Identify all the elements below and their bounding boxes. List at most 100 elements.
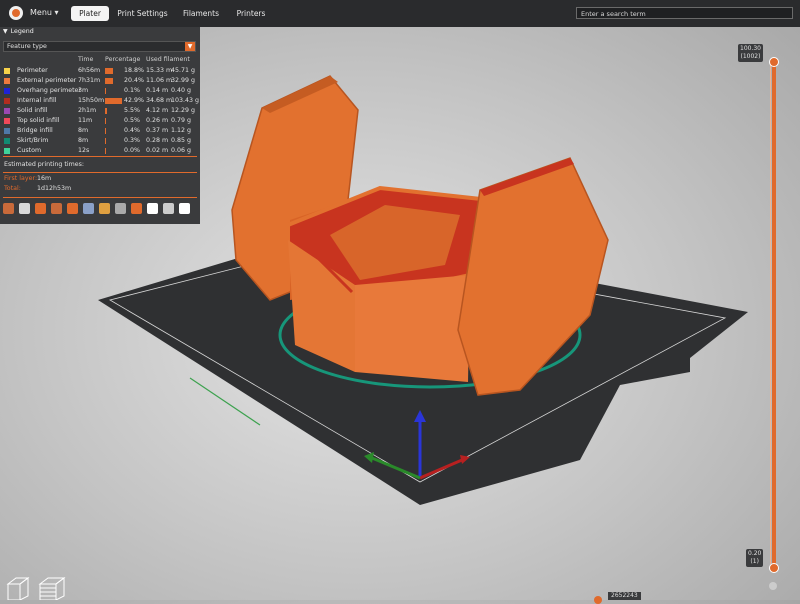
top-bar: Menu ▾ Plater Print Settings Filaments P… <box>0 0 800 27</box>
feature-color-swatch <box>4 78 10 84</box>
feature-share-bar <box>105 138 106 144</box>
legend-row[interactable]: Custom 12s 0.0% 0.02 m 0.06 g <box>0 146 200 156</box>
slider-settings-icon[interactable] <box>769 582 777 590</box>
feature-time: 8m <box>78 127 89 134</box>
seam-icon[interactable] <box>67 203 78 214</box>
menu-button[interactable]: Menu ▾ <box>30 8 59 17</box>
feature-color-swatch <box>4 118 10 124</box>
custom-gcode-icon[interactable] <box>131 203 142 214</box>
legend-row[interactable]: Bridge infill 8m 0.4% 0.37 m 1.12 g <box>0 126 200 136</box>
total-value: 1d12h53m <box>37 185 72 192</box>
legend-row[interactable]: Internal infill 15h50m 42.9% 34.68 m 103.43 … <box>0 96 200 106</box>
separator <box>3 197 197 198</box>
center-of-gravity-icon[interactable] <box>147 203 158 214</box>
feature-share-bar <box>105 98 123 104</box>
feature-time: 15h50m <box>78 97 105 104</box>
search-input[interactable]: Enter a search term <box>576 7 793 19</box>
feature-length: 0.28 m <box>146 137 169 144</box>
feature-color-swatch <box>4 148 10 154</box>
tab-plater[interactable]: Plater <box>71 6 109 21</box>
feature-color-swatch <box>4 68 10 74</box>
feature-share-bar <box>105 78 114 84</box>
chevron-down-icon[interactable]: ▼ <box>185 42 195 51</box>
feature-color-swatch <box>4 108 10 114</box>
feature-percentage: 0.5% <box>124 117 140 124</box>
separator <box>3 156 197 157</box>
total-label: Total: <box>4 185 21 192</box>
deretraction-icon[interactable] <box>51 203 62 214</box>
layer-slider-bottom-handle[interactable] <box>769 563 779 573</box>
feature-name: Solid infill <box>17 107 48 114</box>
legend-row[interactable]: Skirt/Brim 8m 0.3% 0.28 m 0.85 g <box>0 136 200 146</box>
feature-name: Internal infill <box>17 97 57 104</box>
layer-slider-top-handle[interactable] <box>769 57 779 67</box>
shells-icon[interactable] <box>163 203 174 214</box>
feature-percentage: 20.4% <box>124 77 145 84</box>
app-logo-icon <box>9 6 23 20</box>
slider-bottom-label: 0.20 (1) <box>746 549 764 567</box>
feature-weight: 0.40 g <box>171 87 192 94</box>
feature-color-swatch <box>4 128 10 134</box>
box-front-right-wall <box>355 275 470 382</box>
layer-slider-track[interactable] <box>770 62 776 564</box>
feature-length: 11.06 m <box>146 77 173 84</box>
feature-percentage: 0.0% <box>124 147 140 154</box>
top-layer-number: (1002) <box>740 53 761 60</box>
feature-length: 34.68 m <box>146 97 173 104</box>
move-slider-value: 2652243 <box>608 592 641 600</box>
tab-print-settings[interactable]: Print Settings <box>115 6 170 21</box>
view-type-value: Feature type <box>7 43 47 50</box>
legend-row[interactable]: Solid infill 2h1m 5.5% 4.12 m 12.29 g <box>0 106 200 116</box>
pause-icon[interactable] <box>115 203 126 214</box>
column-used-filament: Used filament <box>146 56 190 63</box>
wipe-icon[interactable] <box>19 203 30 214</box>
collapse-triangle-icon[interactable]: ▼ <box>3 28 8 35</box>
feature-time: 6h56m <box>78 67 101 74</box>
tool-marker-icon[interactable] <box>179 203 190 214</box>
view-type-select[interactable]: Feature type ▼ <box>3 41 196 52</box>
feature-length: 15.33 m <box>146 67 173 74</box>
legend-row[interactable]: Top solid infill 11m 0.5% 0.26 m 0.79 g <box>0 116 200 126</box>
feature-name: Skirt/Brim <box>17 137 49 144</box>
feature-length: 0.14 m <box>146 87 169 94</box>
feature-name: Custom <box>17 147 42 154</box>
move-slider-handle[interactable] <box>594 596 602 604</box>
column-percentage: Percentage <box>105 56 141 63</box>
legend-row[interactable]: Perimeter 6h56m 18.8% 15.33 m 45.71 g <box>0 66 200 76</box>
feature-weight: 103.43 g <box>171 97 200 104</box>
feature-color-swatch <box>4 138 10 144</box>
top-layer-height: 100.30 <box>740 45 761 52</box>
tab-filaments[interactable]: Filaments <box>180 6 222 21</box>
color-change-icon[interactable] <box>99 203 110 214</box>
iso-view-cube-icon[interactable] <box>4 576 32 600</box>
feature-time: 3m <box>78 87 89 94</box>
tool-change-icon[interactable] <box>83 203 94 214</box>
feature-weight: 45.71 g <box>171 67 196 74</box>
feature-weight: 0.85 g <box>171 137 192 144</box>
feature-weight: 1.12 g <box>171 127 192 134</box>
feature-color-swatch <box>4 98 10 104</box>
feature-time: 8m <box>78 137 89 144</box>
feature-time: 2h1m <box>78 107 97 114</box>
feature-name: Perimeter <box>17 67 48 74</box>
retraction-icon[interactable] <box>35 203 46 214</box>
legend-header[interactable]: ▼ Legend <box>3 28 34 35</box>
tab-printers[interactable]: Printers <box>232 6 270 21</box>
bottom-layer-height: 0.20 <box>748 550 762 557</box>
feature-percentage: 5.5% <box>124 107 140 114</box>
feature-length: 4.12 m <box>146 107 169 114</box>
legend-title: Legend <box>10 28 34 35</box>
feature-time: 7h31m <box>78 77 101 84</box>
legend-row[interactable]: Overhang perimeter 3m 0.1% 0.14 m 0.40 g <box>0 86 200 96</box>
layers-view-icon[interactable] <box>38 576 66 600</box>
feature-name: External perimeter <box>17 77 77 84</box>
travel-icon[interactable] <box>3 203 14 214</box>
first-layer-label: First layer: <box>4 175 38 182</box>
legend-row[interactable]: External perimeter 7h31m 20.4% 11.06 m 32.99… <box>0 76 200 86</box>
feature-percentage: 0.1% <box>124 87 140 94</box>
legend-panel: ▼ Legend Feature type ▼ Time Percentage U… <box>0 27 200 224</box>
slider-top-label: 100.30 (1002) <box>738 44 763 62</box>
feature-share-bar <box>105 118 106 124</box>
feature-color-swatch <box>4 88 10 94</box>
bottom-layer-number: (1) <box>750 558 759 565</box>
